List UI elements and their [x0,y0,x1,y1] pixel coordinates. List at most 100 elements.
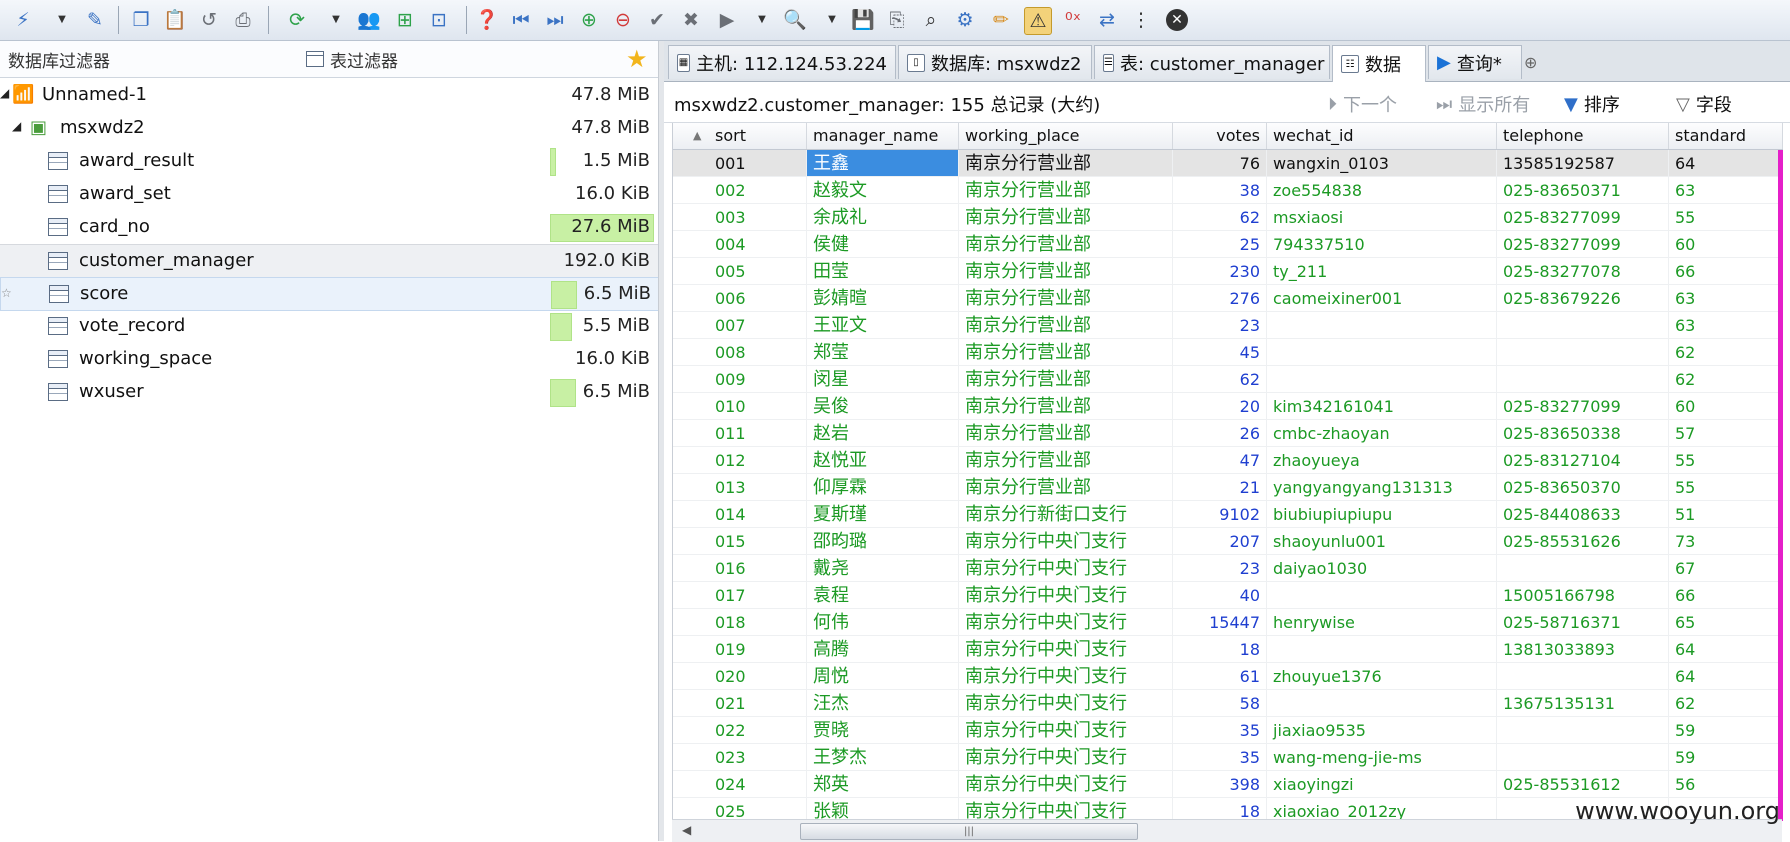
table-row[interactable]: 020 周悦 南京分行中央门支行 61 zhouyue1376 64 [673,663,1783,690]
table-row[interactable]: 008 郑莹 南京分行营业部 45 62 [673,339,1783,366]
cell-manager-name[interactable]: 闵星 [807,366,959,393]
more-icon[interactable]: ⋮ [1128,7,1154,33]
data-grid[interactable]: ▲ sort manager_name working_place votes w… [672,123,1783,821]
cell-working-place[interactable]: 南京分行营业部 [959,474,1173,501]
cell-votes[interactable]: 35 [1173,717,1267,744]
cell-standard[interactable]: 55 [1669,447,1783,474]
cell-sort[interactable]: 003 [673,204,807,231]
cell-wechat-id[interactable] [1267,582,1497,609]
save-icon[interactable]: 💾 [850,7,876,33]
cell-telephone[interactable]: 025-83277099 [1497,231,1669,258]
cell-votes[interactable]: 40 [1173,582,1267,609]
table-row[interactable]: 010 吴俊 南京分行营业部 20 kim342161041 025-83277099 60 [673,393,1783,420]
cell-standard[interactable]: 51 [1669,501,1783,528]
column-header-standard[interactable]: standard [1669,123,1783,149]
cell-wechat-id[interactable]: jiaxiao9535 [1267,717,1497,744]
cell-working-place[interactable]: 南京分行中央门支行 [959,717,1173,744]
tab-data[interactable]: ☷ 数据 [1332,45,1426,82]
cell-working-place[interactable]: 南京分行中央门支行 [959,528,1173,555]
collapse-arrow-icon[interactable]: ◢ [0,86,9,100]
last-record-icon[interactable]: ⏭ [542,7,568,33]
cell-standard[interactable]: 63 [1669,312,1783,339]
disconnect-icon[interactable]: ✎ [82,7,108,33]
scrollbar-thumb[interactable]: ||| [800,823,1138,840]
tree-item-table[interactable]: wxuser 6.5 MiB [0,376,658,408]
cell-working-place[interactable]: 南京分行中央门支行 [959,582,1173,609]
table-row[interactable]: 018 何伟 南京分行中央门支行 15447 henrywise 025-58716371… [673,609,1783,636]
cell-wechat-id[interactable]: cmbc-zhaoyan [1267,420,1497,447]
cell-manager-name[interactable]: 郑英 [807,771,959,798]
table-row[interactable]: 013 仰厚霖 南京分行营业部 21 yangyangyang131313 025-836… [673,474,1783,501]
column-header-wechat-id[interactable]: wechat_id [1267,123,1497,149]
cell-wechat-id[interactable] [1267,636,1497,663]
cell-working-place[interactable]: 南京分行营业部 [959,285,1173,312]
cell-telephone[interactable]: 13675135131 [1497,690,1669,717]
cell-working-place[interactable]: 南京分行中央门支行 [959,771,1173,798]
tree-item-table[interactable]: working_space 16.0 KiB [0,343,658,375]
table-row[interactable]: 007 王亚文 南京分行营业部 23 63 [673,312,1783,339]
cell-votes[interactable]: 23 [1173,312,1267,339]
cell-working-place[interactable]: 南京分行营业部 [959,150,1173,177]
cell-wechat-id[interactable]: kim342161041 [1267,393,1497,420]
cell-standard[interactable]: 63 [1669,177,1783,204]
tree-item-table[interactable]: vote_record 5.5 MiB [0,310,658,342]
cell-standard[interactable]: 55 [1669,204,1783,231]
cell-telephone[interactable]: 025-83127104 [1497,447,1669,474]
cancel-icon[interactable]: ✖ [678,7,704,33]
cell-telephone[interactable]: 025-58716371 [1497,609,1669,636]
table-row[interactable]: 011 赵岩 南京分行营业部 26 cmbc-zhaoyan 025-83650338 57 [673,420,1783,447]
cell-manager-name[interactable]: 袁程 [807,582,959,609]
cell-votes[interactable]: 23 [1173,555,1267,582]
cell-sort[interactable]: 002 [673,177,807,204]
cell-standard[interactable]: 60 [1669,393,1783,420]
connect-icon[interactable]: ⚡ [10,7,36,33]
cell-standard[interactable]: 56 [1669,771,1783,798]
cell-wechat-id[interactable]: shaoyunlu001 [1267,528,1497,555]
scroll-left-icon[interactable]: ◀ [682,823,691,837]
undo-icon[interactable]: ↺ [196,7,222,33]
cell-manager-name[interactable]: 何伟 [807,609,959,636]
cell-working-place[interactable]: 南京分行中央门支行 [959,555,1173,582]
cell-wechat-id[interactable]: zhouyue1376 [1267,663,1497,690]
cell-votes[interactable]: 58 [1173,690,1267,717]
table-row[interactable]: 004 侯健 南京分行营业部 25 794337510 025-83277099 60 [673,231,1783,258]
cell-votes[interactable]: 47 [1173,447,1267,474]
cell-telephone[interactable]: 025-85531612 [1497,771,1669,798]
cell-sort[interactable]: 021 [673,690,807,717]
table-row[interactable]: 003 余成礼 南京分行营业部 62 msxiaosi 025-83277099 55 [673,204,1783,231]
cell-standard[interactable]: 66 [1669,258,1783,285]
cell-manager-name[interactable]: 余成礼 [807,204,959,231]
cell-working-place[interactable]: 南京分行营业部 [959,366,1173,393]
column-header-sort[interactable]: ▲ sort [673,123,807,149]
cell-votes[interactable]: 398 [1173,771,1267,798]
cell-sort[interactable]: 016 [673,555,807,582]
cell-manager-name[interactable]: 吴俊 [807,393,959,420]
cell-telephone[interactable]: 025-83650338 [1497,420,1669,447]
tree-item-table[interactable]: award_set 16.0 KiB [0,178,658,210]
cell-manager-name[interactable]: 仰厚霖 [807,474,959,501]
cell-sort[interactable]: 019 [673,636,807,663]
copy-icon[interactable]: ❐ [128,7,154,33]
user-manager-icon[interactable]: 👥 [356,7,382,33]
cell-sort[interactable]: 001 [673,150,807,177]
cell-standard[interactable]: 64 [1669,150,1783,177]
cell-sort[interactable]: 018 [673,609,807,636]
cell-working-place[interactable]: 南京分行中央门支行 [959,663,1173,690]
cell-standard[interactable]: 62 [1669,339,1783,366]
show-all-button[interactable]: ⏭ 显示所有 [1436,91,1530,117]
cell-votes[interactable]: 35 [1173,744,1267,771]
cell-wechat-id[interactable] [1267,339,1497,366]
cell-wechat-id[interactable]: biubiupiupiupu [1267,501,1497,528]
cell-standard[interactable]: 60 [1669,231,1783,258]
cell-telephone[interactable]: 13813033893 [1497,636,1669,663]
tab-table[interactable]: ☰ 表: customer_manager [1094,45,1330,79]
cell-sort[interactable]: 005 [673,258,807,285]
cell-votes[interactable]: 76 [1173,150,1267,177]
cell-votes[interactable]: 45 [1173,339,1267,366]
cell-sort[interactable]: 017 [673,582,807,609]
collapse-arrow-icon[interactable]: ◢ [12,119,21,133]
cell-telephone[interactable] [1497,717,1669,744]
close-icon[interactable]: ✕ [1166,9,1188,31]
cell-working-place[interactable]: 南京分行中央门支行 [959,690,1173,717]
cell-working-place[interactable]: 南京分行营业部 [959,177,1173,204]
